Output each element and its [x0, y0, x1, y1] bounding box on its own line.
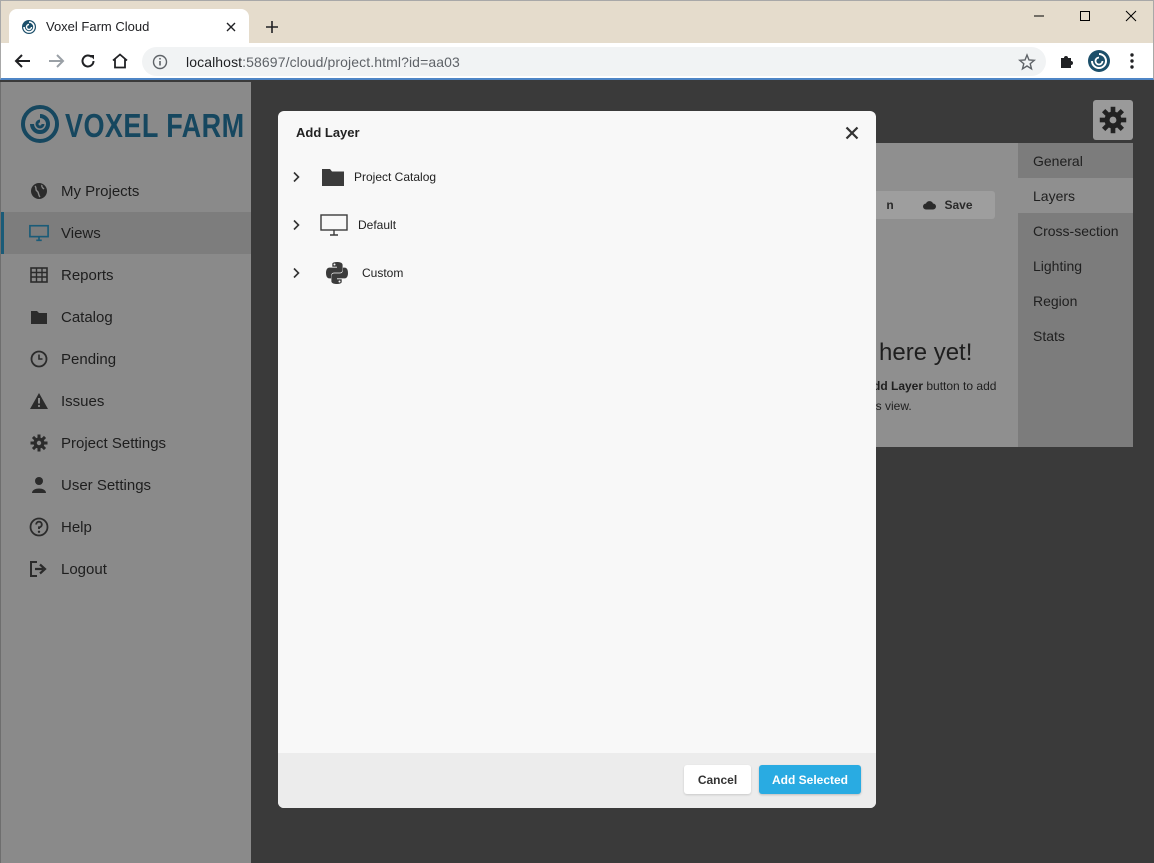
info-icon[interactable] [152, 54, 168, 70]
user-icon [29, 475, 49, 495]
minimize-icon[interactable] [1016, 5, 1062, 27]
browser-tab[interactable]: Voxel Farm Cloud [9, 9, 249, 44]
side-tab-layers[interactable]: Layers [1018, 178, 1133, 213]
tree-node-label: Project Catalog [354, 170, 437, 184]
url-host: localhost [186, 53, 243, 70]
profile-avatar-icon[interactable] [1087, 49, 1111, 73]
url-path: :58697/cloud/project.html?id=aa03 [242, 53, 460, 70]
sidebar-item-label: Views [61, 224, 101, 242]
settings-gear-button[interactable] [1093, 100, 1133, 140]
browser-titlebar: Voxel Farm Cloud [0, 0, 1154, 44]
table-icon [29, 265, 49, 285]
add-selected-button[interactable]: Add Selected [759, 765, 861, 794]
add-layer-dialog: Add Layer Project Catalog Default Custom… [278, 111, 876, 808]
dialog-title: Add Layer [296, 124, 360, 140]
tree-node-label: Custom [362, 266, 404, 280]
gear-icon [29, 433, 49, 453]
browser-tab-title: Voxel Farm Cloud [46, 19, 150, 34]
chevron-right-icon[interactable] [290, 267, 302, 279]
folder-icon [320, 164, 346, 190]
sidebar-item-views[interactable]: Views [1, 212, 252, 254]
sidebar-item-label: Issues [61, 392, 105, 410]
save-button[interactable]: Save [901, 191, 995, 219]
cloud-icon [923, 200, 937, 210]
layer-tree: Project Catalog Default Custom [278, 153, 876, 297]
empty-state-title: here yet! [879, 339, 973, 366]
browser-toolbar: localhost:58697/cloud/project.html?id=aa… [0, 43, 1154, 80]
forward-icon[interactable] [44, 49, 68, 73]
globe-icon [29, 181, 49, 201]
window-close-icon[interactable] [1108, 5, 1154, 27]
dialog-header: Add Layer [278, 111, 876, 153]
sidebar-menu: My Projects Views Reports Catalog Pendin… [1, 170, 252, 590]
sidebar-item-label: User Settings [61, 476, 152, 494]
tree-node-label: Default [358, 218, 397, 232]
back-icon[interactable] [11, 49, 35, 73]
maximize-icon[interactable] [1062, 5, 1108, 27]
empty-state-text-rest: button to add [923, 379, 997, 393]
brand-name-first: VOXEL [65, 107, 159, 144]
gear-icon [1099, 106, 1127, 134]
sidebar-item-my-projects[interactable]: My Projects [1, 170, 252, 212]
sidebar-item-label: Logout [61, 560, 107, 578]
tab-close-icon[interactable] [223, 19, 239, 35]
new-tab-icon[interactable] [262, 17, 282, 37]
tree-node-custom[interactable]: Custom [278, 249, 876, 297]
empty-state-text-bold: dd Layer [873, 379, 924, 393]
chevron-right-icon[interactable] [290, 219, 302, 231]
home-icon[interactable] [108, 49, 132, 73]
sidebar-item-help[interactable]: Help [1, 506, 252, 548]
side-tab-region[interactable]: Region [1018, 283, 1133, 318]
tree-node-project-catalog[interactable]: Project Catalog [278, 153, 876, 201]
sidebar-item-catalog[interactable]: Catalog [1, 296, 252, 338]
sidebar-item-label: Catalog [61, 308, 113, 326]
sidebar: VOXEL FARM My Projects Views Reports Cat… [0, 82, 252, 863]
empty-state-text-line2: is view. [873, 399, 912, 413]
voxel-farm-logo-icon [21, 104, 59, 148]
sidebar-item-project-settings[interactable]: Project Settings [1, 422, 252, 464]
extensions-puzzle-icon[interactable] [1055, 49, 1079, 73]
save-button-label: Save [944, 198, 973, 212]
brand-name-second: FARM [166, 107, 245, 144]
reload-icon[interactable] [76, 49, 100, 73]
warning-icon [29, 391, 49, 411]
sidebar-item-logout[interactable]: Logout [1, 548, 252, 590]
brand-name: VOXEL FARM [65, 107, 245, 145]
sidebar-item-user-settings[interactable]: User Settings [1, 464, 252, 506]
sidebar-item-reports[interactable]: Reports [1, 254, 252, 296]
sidebar-item-label: Help [61, 518, 92, 536]
partially-hidden-button-label: n [886, 198, 894, 212]
chevron-right-icon[interactable] [290, 171, 302, 183]
dialog-footer: Cancel Add Selected [278, 753, 876, 808]
address-bar[interactable]: localhost:58697/cloud/project.html?id=aa… [142, 47, 1046, 76]
sidebar-item-issues[interactable]: Issues [1, 380, 252, 422]
side-tab-cross-section[interactable]: Cross-section [1018, 213, 1133, 248]
empty-state-text-line1: dd Layer button to add [873, 379, 996, 393]
sidebar-item-label: Reports [61, 266, 114, 284]
help-icon [29, 517, 49, 537]
bookmark-star-icon[interactable] [1018, 52, 1036, 71]
tree-node-default[interactable]: Default [278, 201, 876, 249]
close-icon[interactable] [842, 123, 862, 143]
settings-side-tabs: General Layers Cross-section Lighting Re… [1018, 143, 1133, 447]
logout-icon [29, 559, 49, 579]
monitor-icon [320, 212, 348, 238]
monitor-icon [29, 223, 49, 243]
sidebar-item-label: Pending [61, 350, 117, 368]
side-tab-lighting[interactable]: Lighting [1018, 248, 1133, 283]
browser-menu-icon[interactable] [1120, 49, 1144, 73]
side-tab-stats[interactable]: Stats [1018, 318, 1133, 353]
side-tab-general[interactable]: General [1018, 143, 1133, 178]
folder-icon [29, 307, 49, 327]
sidebar-item-label: My Projects [61, 182, 140, 200]
voxel-farm-favicon-icon [21, 19, 37, 35]
url-text[interactable]: localhost:58697/cloud/project.html?id=aa… [186, 54, 1018, 70]
python-icon [324, 260, 350, 286]
voxel-farm-logo[interactable]: VOXEL FARM [21, 104, 284, 148]
clock-icon [29, 349, 49, 369]
sidebar-item-label: Project Settings [61, 434, 167, 452]
cancel-button[interactable]: Cancel [684, 765, 751, 794]
sidebar-item-pending[interactable]: Pending [1, 338, 252, 380]
